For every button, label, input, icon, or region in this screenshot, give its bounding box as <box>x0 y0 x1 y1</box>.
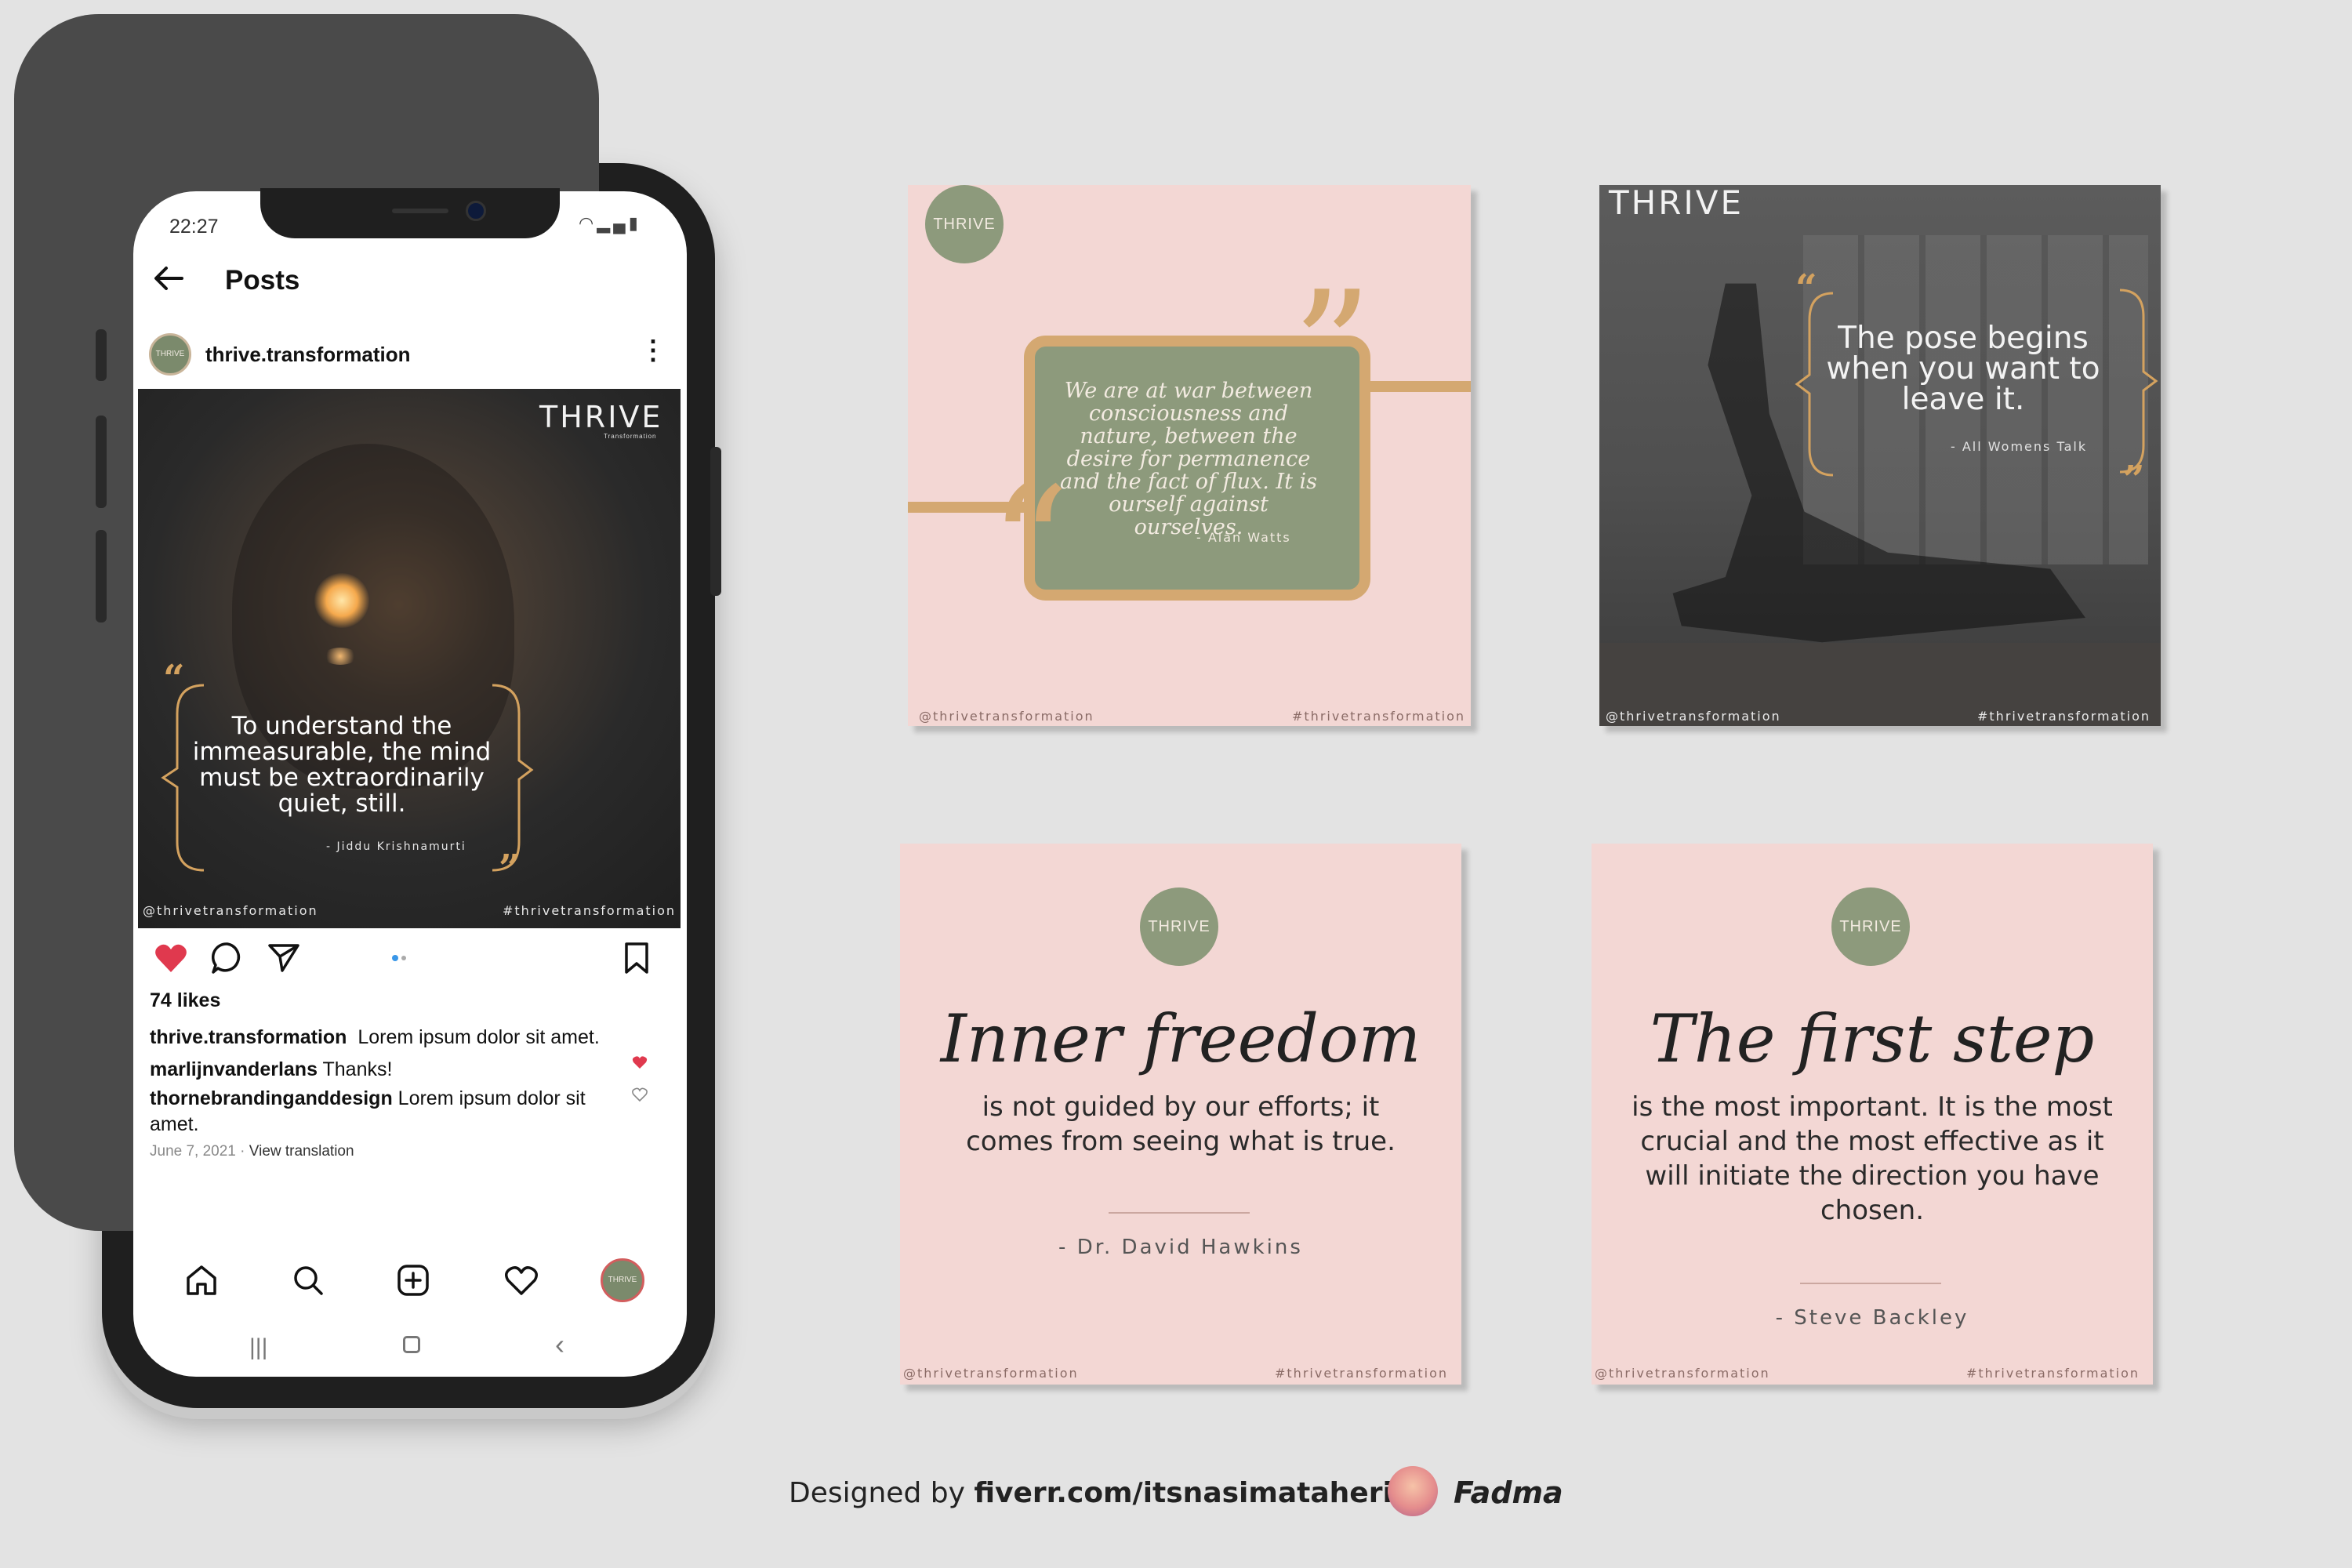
card4-attribution: - Steve Backley <box>1775 1306 1969 1330</box>
card1-handle: @thrivetransformation <box>919 709 1094 724</box>
post-brand-sub: Transformation <box>604 433 657 440</box>
back-arrow-icon[interactable] <box>151 260 187 296</box>
card3-brand-logo: THRIVE <box>1140 887 1218 966</box>
caption-user[interactable]: thrive.transformation <box>150 1026 347 1048</box>
add-post-icon[interactable] <box>395 1262 431 1298</box>
bookmark-icon[interactable] <box>619 941 654 975</box>
post-brand-logo: THRIVE <box>539 400 663 434</box>
card1-brand-logo: THRIVE <box>925 185 1004 263</box>
comment-like-icon[interactable] <box>632 1087 648 1102</box>
card4-brand-text: THRIVE <box>1839 918 1902 935</box>
like-heart-icon[interactable] <box>154 941 188 975</box>
search-icon[interactable] <box>290 1262 326 1298</box>
card4-script-title: The first step <box>1650 1000 2095 1077</box>
card4-handle: @thrivetransformation <box>1595 1366 1770 1381</box>
camera-dot <box>466 201 486 221</box>
card1-attribution: - Alan Watts <box>1196 530 1291 545</box>
more-options-icon[interactable]: ⋮ <box>640 337 666 364</box>
profile-avatar-label: THRIVE <box>608 1276 637 1284</box>
card2-quote: The pose begins when you want to leave i… <box>1826 321 2100 417</box>
status-icons: ◠▂▄▮ <box>579 213 641 234</box>
signal-icon: ▂▄ <box>597 213 629 233</box>
sun-reflection <box>323 648 358 665</box>
card2-handle: @thrivetransformation <box>1606 709 1781 724</box>
android-home-icon[interactable] <box>403 1336 420 1353</box>
avatar-label: THRIVE <box>155 350 185 358</box>
card3-attribution: - Dr. David Hawkins <box>1058 1236 1303 1259</box>
android-recents-icon[interactable]: ||| <box>249 1334 267 1361</box>
sunset-sun <box>314 573 369 628</box>
carousel-dot-active <box>392 955 398 961</box>
card2-brand-logo: THRIVE <box>1609 183 1744 222</box>
card3-body: is not guided by our efforts; it comes f… <box>966 1091 1396 1157</box>
home-icon[interactable] <box>183 1262 220 1298</box>
card3-hashtag: #thrivetransformation <box>1275 1366 1449 1381</box>
comment-2: thornebrandinganddesign Lorem ipsum dolo… <box>150 1086 589 1138</box>
comment-2-user[interactable]: thornebrandinganddesign <box>150 1087 393 1109</box>
post-attribution: - Jiddu Krishnamurti <box>326 840 466 853</box>
credit-prefix: Designed by <box>789 1477 965 1509</box>
post-quote: To understand the immeasurable, the mind… <box>192 712 492 818</box>
designer-name: Fadma <box>1454 1475 1563 1510</box>
wifi-icon: ◠ <box>579 213 597 233</box>
phone-side-button-right <box>710 447 721 596</box>
card4-body: is the most important. It is the most cr… <box>1632 1091 2113 1226</box>
phone-side-button-left-1 <box>96 329 107 381</box>
caption-block: thrive.transformation Lorem ipsum dolor … <box>150 1022 636 1138</box>
card1-quote: We are at war between consciousness and … <box>1059 379 1317 539</box>
comment-1-text: Thanks! <box>322 1058 393 1080</box>
avatar[interactable]: THRIVE <box>149 333 191 376</box>
card2-hashtag: #thrivetransformation <box>1977 709 2151 724</box>
post-handle: @thrivetransformation <box>143 903 318 918</box>
carousel-dot <box>401 956 406 960</box>
card4-brand-logo: THRIVE <box>1831 887 1910 966</box>
card3-separator <box>1109 1212 1250 1214</box>
page-title: Posts <box>225 265 300 296</box>
card2-bracket-right-icon <box>2119 289 2158 474</box>
card1-hashtag: #thrivetransformation <box>1292 709 1466 724</box>
phone-side-button-left-3 <box>96 530 107 622</box>
status-time: 22:27 <box>169 216 219 238</box>
comment-icon[interactable] <box>210 941 245 975</box>
comment-1-user[interactable]: marlijnvanderlans <box>150 1058 318 1080</box>
credit-link[interactable]: fiverr.com/itsnasimataheri <box>974 1477 1392 1509</box>
designer-avatar <box>1388 1466 1438 1516</box>
card3-brand-text: THRIVE <box>1148 918 1210 935</box>
likes-count[interactable]: 74 likes <box>150 989 220 1012</box>
card2-attribution: - All Womens Talk <box>1951 439 2088 454</box>
share-icon[interactable] <box>267 941 301 975</box>
comment-1: marlijnvanderlans Thanks! <box>150 1054 636 1086</box>
battery-icon: ▮ <box>628 213 641 233</box>
caption-line: thrive.transformation Lorem ipsum dolor … <box>150 1022 636 1054</box>
profile-avatar[interactable]: THRIVE <box>601 1258 644 1302</box>
view-translation-link[interactable]: View translation <box>249 1143 354 1160</box>
card1-brand-text: THRIVE <box>933 216 996 233</box>
post-username[interactable]: thrive.transformation <box>205 343 411 367</box>
post-hashtag: #thrivetransformation <box>503 903 677 918</box>
card3-script-title: Inner freedom <box>940 1000 1421 1077</box>
phone-side-button-left-2 <box>96 416 107 508</box>
android-back-icon[interactable]: ‹ <box>555 1328 564 1361</box>
card3-handle: @thrivetransformation <box>903 1366 1079 1381</box>
date-text: June 7, 2021 <box>150 1143 236 1160</box>
phone-notch <box>260 188 560 238</box>
card4-hashtag: #thrivetransformation <box>1966 1366 2140 1381</box>
activity-heart-icon[interactable] <box>503 1262 539 1298</box>
card4-separator <box>1800 1283 1941 1284</box>
designer-credit: Designed by fiverr.com/itsnasimataheri <box>789 1477 1392 1509</box>
post-date: June 7, 2021 · View translation <box>150 1143 354 1160</box>
caption-text: Lorem ipsum dolor sit amet. <box>358 1026 600 1048</box>
comment-like-filled-icon[interactable] <box>632 1054 648 1070</box>
speaker-slot <box>392 209 448 213</box>
